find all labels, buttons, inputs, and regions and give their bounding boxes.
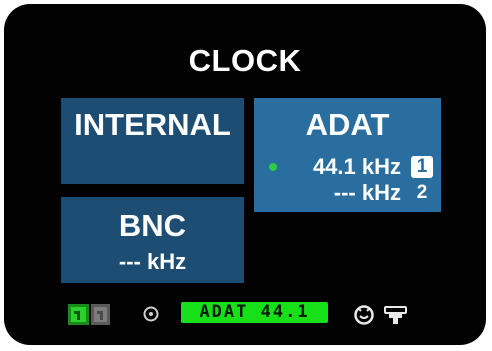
clock-screen: CLOCK INTERNAL ADAT 44.1 kHz 1 --- kHz 2…	[4, 4, 486, 345]
adat-port-badge: 1	[411, 156, 433, 178]
sample-rate: 44.1 kHz	[312, 154, 401, 179]
clock-status-badge: ADAT 44.1	[181, 302, 328, 323]
sample-rate: --- kHz	[118, 249, 187, 274]
page-title: CLOCK	[188, 43, 302, 78]
adat-port-row: --- kHz 2	[254, 180, 441, 206]
sample-rate: --- kHz	[333, 180, 401, 205]
usb-connector-icon	[384, 306, 407, 324]
clock-source-label: BNC	[118, 208, 187, 243]
sync-indicator-icon	[68, 304, 89, 325]
clock-source-label: INTERNAL	[74, 107, 231, 142]
lock-indicator-icon	[269, 163, 277, 171]
adat-port-badge: 2	[416, 182, 428, 203]
adat-port-list: 44.1 kHz 1 --- kHz 2	[254, 154, 441, 206]
adat-port-row: 44.1 kHz 1	[254, 154, 441, 180]
clock-source-label: ADAT	[305, 107, 390, 142]
sync-indicator-inactive-icon	[91, 304, 110, 325]
clock-source-bnc-button[interactable]: BNC --- kHz	[61, 197, 244, 283]
status-bar: ADAT 44.1	[4, 298, 486, 326]
clock-source-internal-button[interactable]: INTERNAL	[61, 98, 244, 184]
reference-target-icon	[143, 306, 159, 322]
meter-dial-icon	[354, 305, 374, 325]
clock-source-adat-button[interactable]: ADAT 44.1 kHz 1 --- kHz 2	[254, 98, 441, 212]
